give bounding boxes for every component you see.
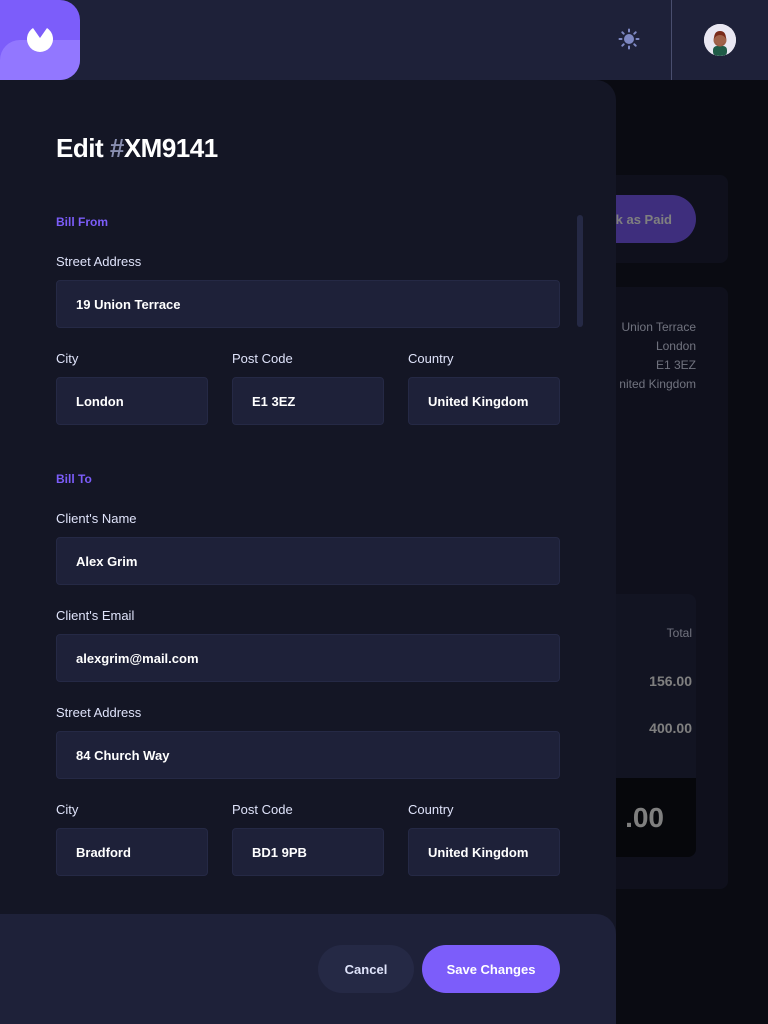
invoice-id: XM9141 xyxy=(123,133,218,163)
avatar-image xyxy=(704,24,736,56)
from-city-input[interactable] xyxy=(56,377,208,425)
from-street-label: Street Address xyxy=(56,254,142,269)
sun-icon xyxy=(618,28,640,50)
topbar-divider xyxy=(671,0,672,80)
client-name-label: Client's Name xyxy=(56,511,137,526)
bill-to-heading: Bill To xyxy=(56,472,92,486)
to-city-label: City xyxy=(56,802,79,817)
user-avatar[interactable] xyxy=(704,24,736,56)
to-postcode-label: Post Code xyxy=(232,802,293,817)
save-changes-button[interactable]: Save Changes xyxy=(422,945,560,993)
to-postcode-input[interactable] xyxy=(232,828,384,876)
page-title: Edit #XM9141 xyxy=(56,133,218,164)
title-hash: # xyxy=(109,133,124,163)
from-country-input[interactable] xyxy=(408,377,560,425)
bill-from-heading: Bill From xyxy=(56,215,109,229)
from-postcode-label: Post Code xyxy=(232,351,293,366)
from-street-input[interactable] xyxy=(56,280,560,328)
to-country-input[interactable] xyxy=(408,828,560,876)
edit-invoice-drawer: Edit #XM9141 Bill From Street Address Ci… xyxy=(0,80,616,1024)
top-bar xyxy=(0,0,768,80)
client-email-input[interactable] xyxy=(56,634,560,682)
client-email-label: Client's Email xyxy=(56,608,135,623)
to-city-input[interactable] xyxy=(56,828,208,876)
from-country-label: Country xyxy=(408,351,454,366)
to-country-label: Country xyxy=(408,802,454,817)
logo[interactable] xyxy=(0,0,80,80)
from-city-label: City xyxy=(56,351,79,366)
theme-toggle-button[interactable] xyxy=(616,26,642,52)
logo-mark-icon xyxy=(27,28,53,52)
form-scrollbar[interactable] xyxy=(577,215,583,327)
client-name-input[interactable] xyxy=(56,537,560,585)
to-street-label: Street Address xyxy=(56,705,142,720)
to-street-input[interactable] xyxy=(56,731,560,779)
title-prefix: Edit xyxy=(56,133,110,163)
from-postcode-input[interactable] xyxy=(232,377,384,425)
cancel-button[interactable]: Cancel xyxy=(318,945,414,993)
drawer-footer: Cancel Save Changes xyxy=(0,914,616,1024)
